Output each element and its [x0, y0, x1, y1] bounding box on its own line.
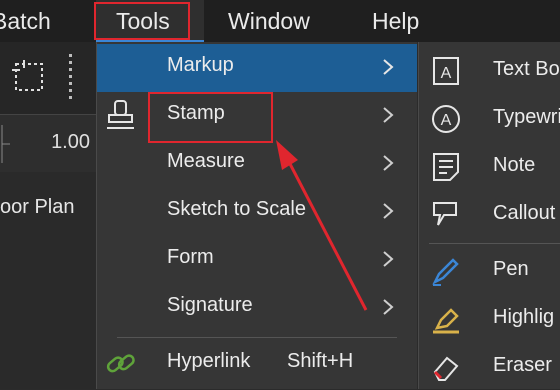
highlighter-icon: [433, 308, 459, 334]
submenu-item-pen-label: Pen: [493, 258, 529, 280]
svg-text:A: A: [441, 112, 452, 129]
submenu-item-typewriter[interactable]: A Typewri: [419, 94, 560, 142]
submenu-item-highlight-label: Highlig: [493, 306, 555, 328]
submenu-item-note-label: Note: [493, 154, 536, 176]
pen-icon: [432, 258, 459, 286]
submenu-item-callout[interactable]: Callout: [419, 190, 560, 238]
submenu-separator: [429, 243, 560, 244]
typewriter-icon: A: [432, 105, 460, 133]
submenu-item-note[interactable]: Note: [419, 142, 560, 190]
svg-text:A: A: [441, 65, 452, 82]
note-icon: [433, 153, 459, 181]
submenu-item-eraser[interactable]: Eraser: [419, 342, 560, 390]
callout-icon: [433, 202, 457, 226]
submenu-item-callout-label: Callout: [493, 202, 556, 224]
eraser-icon: [433, 356, 459, 381]
submenu-item-eraser-label: Eraser: [493, 354, 552, 376]
submenu-item-text-box-label: Text Bo: [493, 58, 560, 80]
submenu-item-typewriter-label: Typewri: [493, 106, 560, 128]
submenu-item-highlight[interactable]: Highlig: [419, 294, 560, 342]
text-box-icon: A: [433, 57, 459, 85]
submenu-item-text-box[interactable]: A Text Bo: [419, 46, 560, 94]
submenu-item-pen[interactable]: Pen: [419, 246, 560, 294]
markup-submenu: A Text Bo A Typewri Note Callout Pen Hig…: [418, 42, 560, 389]
